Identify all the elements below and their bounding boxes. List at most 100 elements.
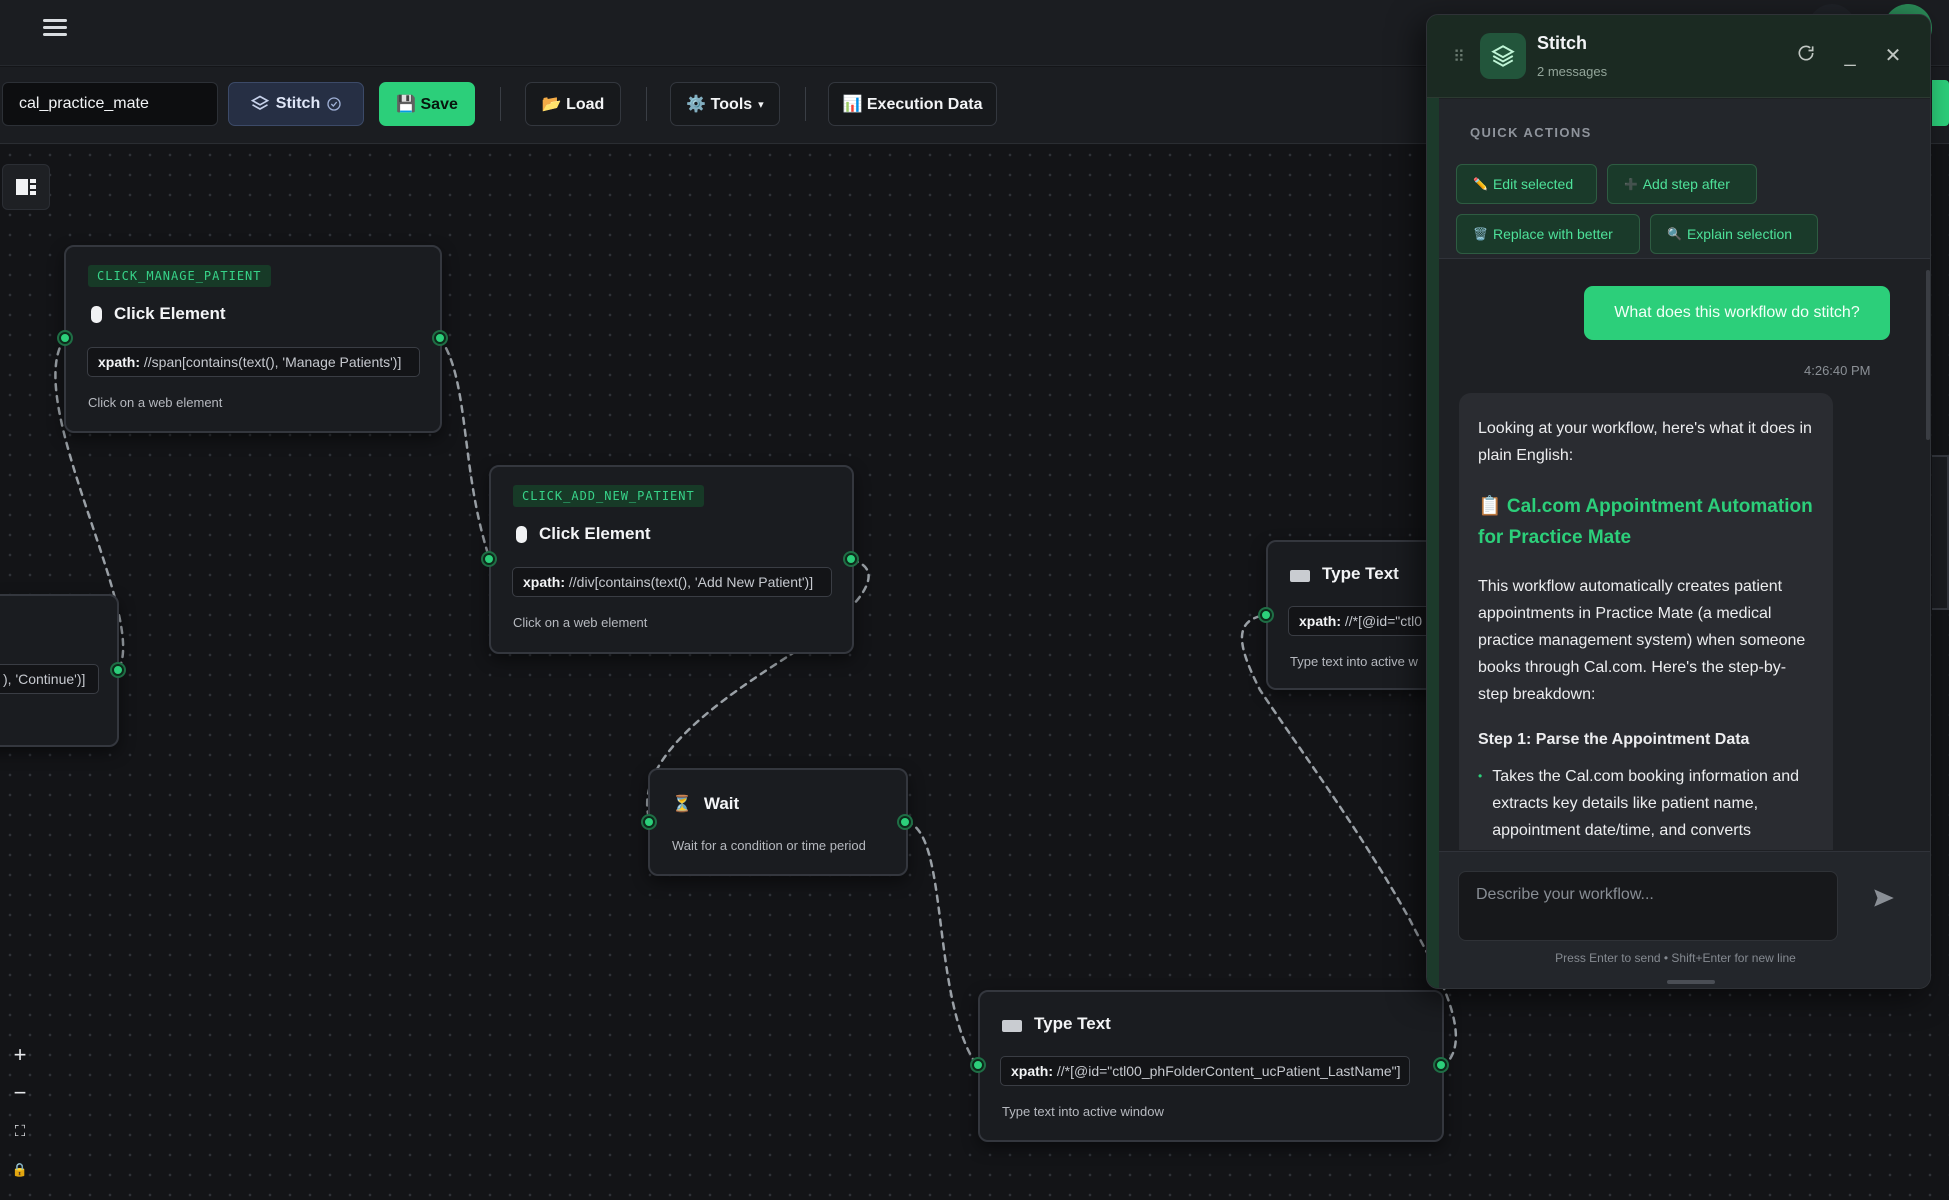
node-description: Wait for a condition or time period — [672, 838, 866, 853]
node-description: Click on a web element — [88, 395, 223, 410]
user-message: What does this workflow do stitch? — [1584, 286, 1890, 340]
divider — [500, 87, 501, 121]
node-title-text: Type Text — [1034, 1014, 1111, 1033]
node-output-handle[interactable] — [434, 332, 446, 344]
minimize-icon[interactable]: _ — [1837, 43, 1863, 69]
node-xpath-field[interactable]: ), 'Continue')] — [0, 664, 99, 694]
zoom-in-button[interactable]: + — [8, 1043, 32, 1067]
load-button[interactable]: 📂 Load — [525, 82, 621, 126]
node-type-text-top[interactable]: Type Text xpath: //*[@id="ctl0 Type text… — [1266, 540, 1458, 690]
panel-layout-icon — [16, 179, 36, 195]
tools-dropdown[interactable]: ⚙️ Tools ▾ — [670, 82, 780, 126]
node-xpath-field[interactable]: xpath: //div[contains(text(), 'Add New P… — [512, 567, 832, 597]
stitch-button[interactable]: Stitch — [228, 82, 364, 126]
assistant-paragraph: This workflow automatically creates pati… — [1478, 578, 1806, 703]
run-button-edge[interactable] — [1932, 80, 1949, 126]
mouse-icon — [91, 305, 102, 323]
node-output-handle[interactable] — [112, 664, 124, 676]
assistant-heading: 📋 Cal.com Appointment Automation for Pra… — [1478, 496, 1813, 548]
add-step-after-button[interactable]: ➕ Add step after — [1607, 164, 1757, 204]
node-click-add-new-patient[interactable]: CLICK_ADD_NEW_PATIENT Click Element xpat… — [489, 465, 854, 654]
keyboard-icon — [1002, 1020, 1022, 1032]
drag-handle-icon[interactable]: ⠿ — [1453, 47, 1465, 67]
workflow-name-input[interactable]: cal_practice_mate — [2, 82, 218, 126]
node-input-handle[interactable] — [1260, 609, 1272, 621]
xpath-value: //*[@id="ctl0 — [1344, 613, 1423, 629]
xpath-key: xpath: — [523, 574, 565, 590]
lock-button[interactable]: 🔒 — [8, 1158, 32, 1182]
node-input-handle[interactable] — [643, 816, 655, 828]
assistant-step-title: Step 1: Parse the Appointment Data — [1478, 731, 1750, 748]
hourglass-icon: ⏳ — [672, 796, 692, 813]
chat-messages[interactable]: What does this workflow do stitch? 4:26:… — [1439, 260, 1930, 850]
node-xpath-field[interactable]: xpath: //*[@id="ctl00_phFolderContent_uc… — [1000, 1056, 1410, 1086]
divider — [646, 87, 647, 121]
xpath-value: ), 'Continue')] — [3, 671, 86, 687]
action-label: Replace with better — [1492, 226, 1613, 242]
zoom-out-button[interactable]: − — [8, 1081, 32, 1105]
node-xpath-field[interactable]: xpath: //span[contains(text(), 'Manage P… — [87, 347, 420, 377]
xpath-key: xpath: — [1299, 613, 1341, 629]
node-title-text: Click Element — [539, 524, 651, 543]
node-title: ⏳ Wait — [672, 794, 739, 814]
xpath-value: //span[contains(text(), 'Manage Patients… — [143, 354, 402, 370]
bullet-text: Takes the Cal.com booking information an… — [1492, 768, 1800, 839]
node-tag: CLICK_MANAGE_PATIENT — [88, 265, 271, 287]
assistant-bullet: • Takes the Cal.com booking information … — [1478, 763, 1814, 844]
node-edge-partial[interactable] — [1932, 455, 1949, 610]
node-description: Type text into active w — [1290, 654, 1418, 669]
chat-scrollbar[interactable] — [1926, 270, 1930, 440]
assistant-intro: Looking at your workflow, here's what it… — [1478, 420, 1812, 464]
explain-selection-button[interactable]: 🔍 Explain selection — [1650, 214, 1818, 254]
fit-view-button[interactable]: ⛶ — [8, 1120, 32, 1144]
input-hint: Press Enter to send • Shift+Enter for ne… — [1555, 951, 1796, 965]
pencil-icon: ✏️ — [1473, 177, 1488, 191]
node-title: Type Text — [1290, 564, 1399, 584]
panel-accent-bar — [1427, 15, 1439, 988]
mouse-icon — [516, 525, 527, 543]
send-icon[interactable] — [1871, 885, 1901, 915]
menu-icon[interactable] — [40, 16, 70, 40]
execution-data-button[interactable]: 📊 Execution Data — [828, 82, 997, 126]
node-title-text: Wait — [703, 794, 740, 813]
node-click-manage-patient[interactable]: CLICK_MANAGE_PATIENT Click Element xpath… — [64, 245, 442, 433]
node-click-continue[interactable]: ), 'Continue')] — [0, 594, 119, 747]
edit-selected-button[interactable]: ✏️ Edit selected — [1456, 164, 1597, 204]
quick-actions: QUICK ACTIONS ✏️ Edit selected ➕ Add ste… — [1439, 99, 1930, 259]
node-type-text-bottom[interactable]: Type Text xpath: //*[@id="ctl00_phFolder… — [978, 990, 1444, 1142]
xpath-value: //*[@id="ctl00_phFolderContent_ucPatient… — [1056, 1063, 1401, 1079]
xpath-key: xpath: — [98, 354, 140, 370]
node-title: Type Text — [1002, 1014, 1111, 1034]
node-output-handle[interactable] — [899, 816, 911, 828]
chat-input[interactable] — [1458, 871, 1838, 941]
refresh-icon[interactable] — [1793, 43, 1819, 69]
xpath-value: //div[contains(text(), 'Add New Patient'… — [568, 574, 814, 590]
node-title: Click Element — [516, 524, 651, 544]
node-input-handle[interactable] — [59, 332, 71, 344]
keyboard-icon — [1290, 570, 1310, 582]
node-title-text: Type Text — [1322, 564, 1399, 583]
stitch-title: Stitch — [1537, 33, 1588, 53]
node-input-handle[interactable] — [972, 1059, 984, 1071]
node-description: Type text into active window — [1002, 1104, 1164, 1119]
node-wait[interactable]: ⏳ Wait Wait for a condition or time peri… — [648, 768, 908, 876]
node-tag: CLICK_ADD_NEW_PATIENT — [513, 485, 704, 507]
node-output-handle[interactable] — [845, 553, 857, 565]
trash-icon: 🗑️ — [1473, 227, 1488, 241]
tools-label: ⚙️ Tools — [686, 96, 753, 113]
action-label: Add step after — [1642, 176, 1730, 192]
replace-with-better-button[interactable]: 🗑️ Replace with better — [1456, 214, 1640, 254]
xpath-key: xpath: — [1011, 1063, 1053, 1079]
close-icon[interactable]: ✕ — [1880, 43, 1906, 69]
node-input-handle[interactable] — [483, 553, 495, 565]
action-label: Edit selected — [1492, 176, 1574, 192]
stitch-button-label: Stitch — [275, 95, 321, 112]
stitch-header: ⠿ Stitch 2 messages _ ✕ — [1427, 15, 1930, 98]
resize-handle[interactable] — [1667, 980, 1715, 984]
save-button[interactable]: 💾 Save — [379, 82, 475, 126]
sidebar-toggle-button[interactable] — [2, 164, 50, 210]
action-label: Explain selection — [1686, 226, 1793, 242]
node-output-handle[interactable] — [1435, 1059, 1447, 1071]
node-title: Click Element — [91, 304, 226, 324]
quick-actions-label: QUICK ACTIONS — [1470, 125, 1592, 140]
